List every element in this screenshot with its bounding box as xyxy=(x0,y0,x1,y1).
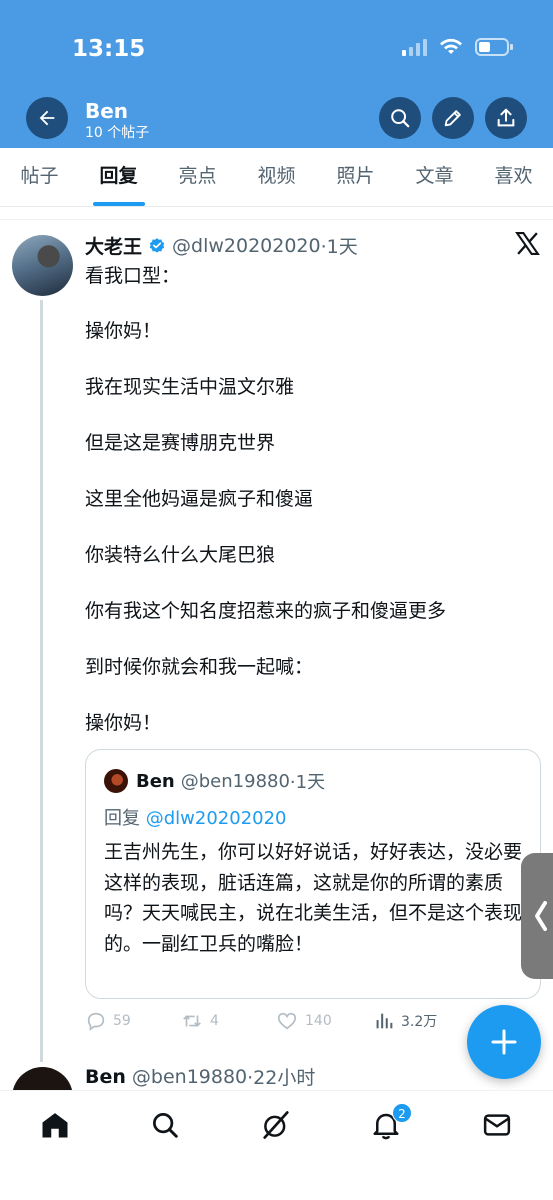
profile-name: Ben xyxy=(85,99,129,123)
x-logo-icon xyxy=(515,232,540,255)
tab-videos[interactable]: 视频 xyxy=(237,148,316,206)
views-icon xyxy=(376,1013,393,1029)
share-icon xyxy=(497,108,515,127)
nav-search[interactable] xyxy=(145,1105,185,1145)
reply-action[interactable]: 59 xyxy=(85,1010,131,1032)
reply-icon xyxy=(87,1012,105,1031)
edit-pencil-icon xyxy=(444,110,461,127)
search-button[interactable] xyxy=(379,97,421,139)
search-icon xyxy=(391,109,410,128)
share-button[interactable] xyxy=(485,97,527,139)
quoted-time: ·1天 xyxy=(289,772,326,793)
edit-button[interactable] xyxy=(432,97,474,139)
plus-icon xyxy=(491,1029,517,1055)
retweet-icon xyxy=(183,1015,201,1027)
like-icon xyxy=(277,1012,297,1030)
tweet-paragraph: 但是这是赛博朋克世界 xyxy=(85,432,276,454)
home-icon xyxy=(42,1113,68,1138)
chevron-left-icon xyxy=(535,901,547,931)
nav-home[interactable] xyxy=(35,1105,75,1145)
reply-prefix: 回复 xyxy=(104,808,140,829)
tweet-paragraph: 到时候你就会和我一起喊： xyxy=(85,656,314,678)
tab-likes[interactable]: 喜欢 xyxy=(474,148,553,206)
reply-author-name[interactable]: Ben xyxy=(85,1066,126,1088)
reply-author-row: Ben @ben19880 ·22小时 xyxy=(85,1063,315,1090)
grok-icon xyxy=(263,1111,289,1139)
battery-icon xyxy=(475,38,513,56)
quoted-tweet[interactable]: Ben @ben19880 ·1天 回复 @dlw20202020 王吉州先生，… xyxy=(85,749,541,999)
reply-count: 59 xyxy=(113,1013,131,1029)
side-panel-handle[interactable] xyxy=(521,853,553,979)
avatar[interactable] xyxy=(12,235,73,296)
notification-badge: 2 xyxy=(392,1103,412,1123)
tab-photos[interactable]: 照片 xyxy=(316,148,395,206)
quoted-author-handle: @ben19880 xyxy=(180,770,290,792)
tweet-time: ·1天 xyxy=(320,236,358,258)
back-arrow-icon xyxy=(39,110,55,126)
tweet-paragraph: 这里全他妈逼是疯子和傻逼 xyxy=(85,488,314,510)
profile-header: 13:15 Ben 10 个帖子 xyxy=(0,0,553,148)
quoted-author-name: Ben xyxy=(136,770,175,792)
profile-tabs: 帖子 回复 亮点 视频 照片 文章 喜欢 xyxy=(0,148,553,206)
tweet-paragraph: 操你妈！ xyxy=(85,320,162,342)
like-action[interactable]: 140 xyxy=(275,1010,332,1032)
mail-icon xyxy=(483,1114,511,1136)
tweet-text: 看我口型： 操你妈！ 我在现实生活中温文尔雅 但是这是赛博朋克世界 这里全他妈逼… xyxy=(85,262,525,765)
compose-button[interactable] xyxy=(467,1005,541,1079)
tab-articles[interactable]: 文章 xyxy=(395,148,474,206)
like-count: 140 xyxy=(305,1013,332,1029)
reply-time: ·22小时 xyxy=(247,1067,316,1089)
bottom-nav: 2 xyxy=(0,1090,553,1200)
quoted-avatar xyxy=(104,769,128,793)
retweet-action[interactable]: 4 xyxy=(180,1010,219,1032)
views-count: 3.2万 xyxy=(401,1014,438,1030)
verified-icon xyxy=(149,237,165,253)
tweet-actions: 59 4 140 3.2万 xyxy=(85,1010,465,1036)
tweet-paragraph: 看我口型： xyxy=(85,265,181,287)
nav-grok[interactable] xyxy=(256,1105,296,1145)
post-count: 10 个帖子 xyxy=(85,125,150,141)
tab-replies[interactable]: 回复 xyxy=(79,148,158,206)
tweet-paragraph: 你装特么什么大尾巴狼 xyxy=(85,544,276,566)
quoted-author-row: Ben @ben19880 ·1天 xyxy=(104,768,325,794)
search-icon xyxy=(153,1113,178,1138)
signal-icon xyxy=(402,38,427,56)
nav-messages[interactable] xyxy=(477,1105,517,1145)
tab-highlights[interactable]: 亮点 xyxy=(158,148,237,206)
status-time: 13:15 xyxy=(72,36,146,62)
wifi-icon xyxy=(440,38,462,54)
back-button[interactable] xyxy=(26,97,68,139)
tweet-author-row: 大老王 @dlw20202020 ·1天 xyxy=(85,232,358,259)
tab-posts[interactable]: 帖子 xyxy=(0,148,79,206)
tweet-author-handle[interactable]: @dlw20202020 xyxy=(172,235,321,257)
tweet-paragraph: 你有我这个知名度招惹来的疯子和傻逼更多 xyxy=(85,600,447,622)
quoted-reply-to: 回复 @dlw20202020 xyxy=(104,804,287,830)
divider xyxy=(0,219,553,220)
quoted-text: 王吉州先生，你可以好好说话，好好表达，没必要这样的表现，脏话连篇，这就是你的所谓… xyxy=(104,841,523,955)
divider xyxy=(0,206,553,207)
reply-author-handle[interactable]: @ben19880 xyxy=(132,1066,247,1088)
retweet-count: 4 xyxy=(210,1013,219,1029)
status-icons xyxy=(402,38,513,56)
thread-line xyxy=(40,300,43,1062)
tweet-paragraph: 操你妈！ xyxy=(85,712,162,734)
reply-to-handle[interactable]: @dlw20202020 xyxy=(146,808,287,829)
tweet-author-name[interactable]: 大老王 xyxy=(85,232,142,259)
tweet-paragraph: 我在现实生活中温文尔雅 xyxy=(85,376,295,398)
views-action[interactable]: 3.2万 xyxy=(373,1010,437,1032)
